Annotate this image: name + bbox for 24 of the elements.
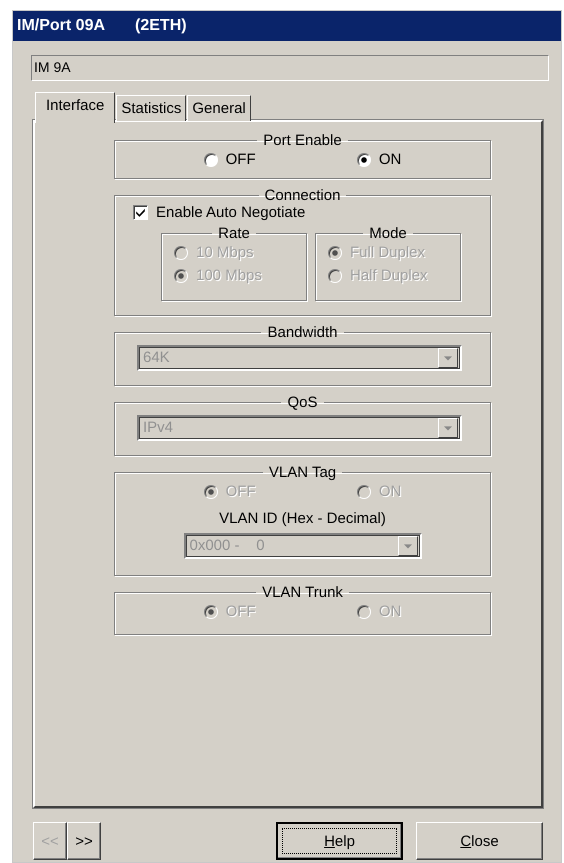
- group-title: Mode: [368, 225, 408, 242]
- name-field[interactable]: IM 9A: [31, 55, 549, 81]
- radio-label: OFF: [226, 151, 256, 168]
- group-title: Rate: [217, 225, 251, 242]
- field-label: VLAN ID (Hex - Decimal): [218, 510, 387, 527]
- window-title: IM/Port 09A: [17, 17, 106, 35]
- dialog-button[interactable]: Close: [416, 822, 543, 860]
- checkbox-label: Enable Auto Negotiate: [156, 204, 306, 221]
- radio-button[interactable]: [356, 152, 371, 166]
- tab[interactable]: General: [187, 95, 251, 121]
- radio-label: ON: [378, 151, 402, 168]
- dialog-button[interactable]: Help: [276, 822, 403, 860]
- tab[interactable]: Statistics: [116, 95, 186, 121]
- group-title: VLAN Trunk: [261, 584, 344, 601]
- nav-button[interactable]: >>: [67, 822, 101, 860]
- window-subtitle: (2ETH): [135, 17, 187, 35]
- group-title: QoS: [286, 394, 318, 411]
- group-title: VLAN Tag: [268, 464, 338, 481]
- group-title: Connection: [264, 187, 342, 204]
- tab[interactable]: Interface: [35, 92, 116, 123]
- checkbox[interactable]: [133, 205, 148, 220]
- group-title: Port Enable: [262, 132, 343, 149]
- radio-button[interactable]: [204, 152, 218, 166]
- group-title: Bandwidth: [266, 324, 339, 341]
